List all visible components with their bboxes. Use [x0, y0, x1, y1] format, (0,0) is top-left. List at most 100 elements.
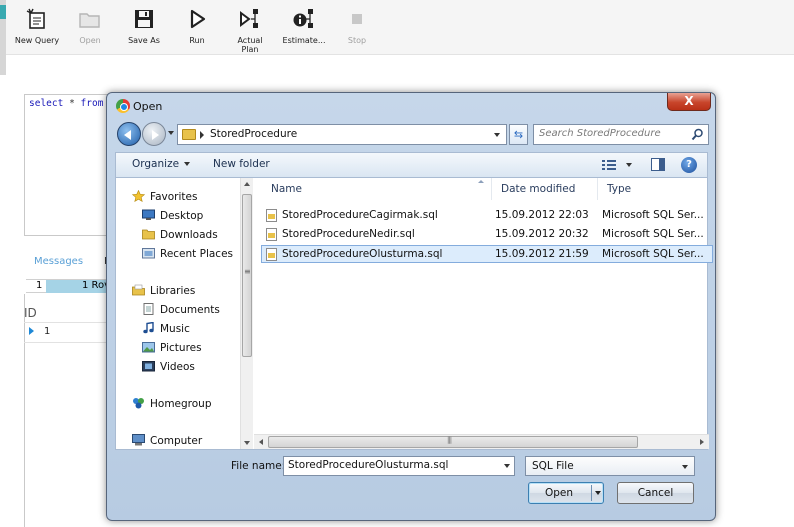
file-row[interactable]: StoredProcedureNedir.sql 15.09.2012 20:3… [262, 226, 714, 244]
results-tabs: Messages R [34, 256, 111, 267]
nav-item-pictures[interactable]: Pictures [142, 341, 202, 357]
open-button[interactable]: Open [72, 8, 108, 52]
libraries-icon [132, 284, 145, 296]
search-input[interactable] [539, 128, 689, 139]
estimate-plan-label: Estimate... [282, 36, 326, 45]
editor-code-line: select * from [29, 98, 103, 109]
nav-item-documents[interactable]: Documents [142, 303, 220, 319]
chevron-down-icon[interactable] [494, 133, 500, 137]
file-row-selected[interactable]: StoredProcedureOlusturma.sql 15.09.2012 … [261, 245, 713, 263]
sql-file-icon [266, 228, 277, 241]
plan-icon [240, 9, 258, 28]
save-as-label: Save As [128, 36, 160, 45]
chevron-down-icon[interactable] [595, 491, 601, 495]
address-path[interactable]: StoredProcedure [210, 128, 297, 140]
file-name-combo[interactable] [283, 456, 515, 476]
nav-item-desktop[interactable]: Desktop [142, 209, 203, 225]
column-header-type[interactable]: Type [598, 178, 708, 200]
run-icon [190, 9, 206, 29]
command-bar: Organize New folder ? [115, 152, 708, 177]
chrome-icon [116, 99, 130, 113]
scroll-right-icon[interactable] [700, 439, 704, 445]
desktop-icon [142, 209, 155, 220]
column-header-date-modified[interactable]: Date modified [492, 178, 598, 200]
organize-button[interactable]: Organize [132, 158, 191, 170]
documents-icon [143, 303, 154, 315]
estimate-plan-button[interactable]: Estimate... [282, 8, 326, 52]
nav-item-music[interactable]: Music [142, 322, 190, 338]
preview-pane-icon[interactable] [651, 158, 665, 171]
dialog-title: Open [133, 100, 163, 113]
nav-label: Computer [150, 435, 203, 447]
nav-item-computer[interactable]: Computer [132, 434, 202, 450]
file-list-horizontal-scrollbar[interactable] [254, 434, 709, 449]
scrollbar-thumb[interactable] [268, 436, 638, 448]
result-set-number: 1 [36, 280, 43, 291]
chevron-down-icon[interactable] [626, 163, 632, 167]
help-icon[interactable]: ? [681, 157, 697, 173]
nav-item-favorites[interactable]: Favorites [132, 190, 197, 206]
file-row[interactable]: StoredProcedureCagirmak.sql 15.09.2012 2… [262, 207, 714, 225]
actual-plan-label: Actual Plan [237, 36, 263, 54]
table-row[interactable]: 1 [29, 326, 50, 337]
navigation-bar: StoredProcedure ⇆ [115, 122, 709, 147]
file-date: 15.09.2012 22:03 [495, 209, 589, 221]
file-date: 15.09.2012 20:32 [495, 228, 589, 240]
new-folder-button[interactable]: New folder [213, 158, 270, 170]
scroll-left-icon[interactable] [259, 439, 263, 445]
result-status-row: 1 1 Rov [26, 279, 116, 293]
nav-label: Documents [160, 304, 220, 316]
address-bar[interactable]: StoredProcedure [177, 124, 507, 145]
grid-divider [24, 342, 114, 343]
nav-item-homegroup[interactable]: Homegroup [132, 397, 212, 413]
nav-item-videos[interactable]: Videos [142, 360, 195, 376]
chevron-right-icon[interactable] [200, 131, 204, 139]
sql-file-icon [266, 248, 277, 261]
file-date: 15.09.2012 21:59 [495, 248, 589, 260]
file-name-input[interactable] [288, 459, 488, 471]
scroll-down-icon[interactable] [244, 441, 250, 445]
col-type-label: Type [607, 183, 632, 195]
nav-item-downloads[interactable]: Downloads [142, 228, 218, 244]
save-icon [135, 10, 153, 28]
open-folder-icon [79, 13, 100, 28]
nav-label: Music [160, 323, 190, 335]
refresh-button[interactable]: ⇆ [509, 124, 528, 145]
save-as-button[interactable]: Save As [124, 8, 164, 52]
sql-file-icon [266, 209, 277, 222]
split-divider [591, 485, 592, 501]
nav-item-libraries[interactable]: Libraries [132, 284, 195, 300]
file-type-value: SQL File [532, 460, 574, 472]
new-query-label: New Query [14, 36, 60, 45]
nav-label: Videos [160, 361, 195, 373]
file-name-label: File name: [231, 460, 286, 472]
code-select: select [29, 98, 64, 109]
scrollbar-thumb[interactable] [242, 194, 252, 357]
file-type: Microsoft SQL Ser... [602, 209, 704, 221]
forward-button[interactable] [142, 122, 166, 146]
close-icon: X [684, 94, 694, 108]
run-button[interactable]: Run [182, 8, 212, 52]
close-button[interactable]: X [667, 93, 711, 111]
stop-button[interactable]: Stop [342, 8, 372, 52]
nav-pane-scrollbar[interactable] [240, 178, 253, 449]
cancel-button[interactable]: Cancel [617, 482, 694, 504]
column-header-name[interactable]: Name [262, 178, 492, 200]
new-query-button[interactable]: New Query [12, 8, 62, 52]
file-type-select[interactable]: SQL File [525, 456, 695, 476]
search-icon[interactable] [691, 128, 704, 141]
chevron-down-icon[interactable] [504, 464, 510, 468]
back-button[interactable] [117, 122, 141, 146]
column-header-id[interactable]: ID [24, 306, 37, 320]
nav-item-recent-places[interactable]: Recent Places [142, 247, 233, 263]
scroll-up-icon[interactable] [244, 182, 250, 186]
history-dropdown-icon[interactable] [168, 131, 174, 135]
tab-messages[interactable]: Messages [34, 256, 83, 267]
refresh-icon: ⇆ [513, 128, 524, 141]
actual-plan-button[interactable]: Actual Plan [228, 8, 272, 54]
run-label: Run [189, 36, 205, 45]
view-options-icon[interactable] [602, 159, 616, 171]
search-box[interactable] [533, 124, 709, 145]
open-button[interactable]: Open [528, 482, 604, 504]
row-value: 1 [44, 326, 51, 337]
